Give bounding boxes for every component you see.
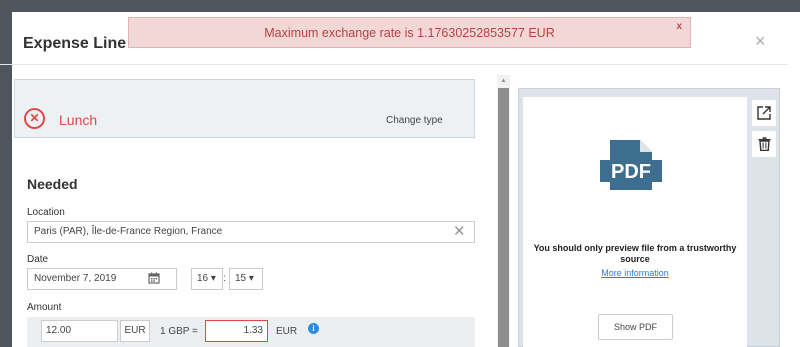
clear-location-icon[interactable]: ✕ [453,222,466,242]
calendar-icon[interactable] [148,272,160,287]
error-alert: Maximum exchange rate is 1.1763025285357… [128,17,691,48]
time-separator: : [223,273,226,284]
currency-select[interactable]: EUR [120,320,150,342]
expense-type-box [14,79,475,138]
alert-message: Maximum exchange rate is 1.1763025285357… [264,26,555,40]
change-type-link[interactable]: Change type [386,115,443,126]
amount-input[interactable]: 12.00 [41,320,118,342]
expense-type-label: Lunch [59,112,98,128]
show-pdf-button[interactable]: Show PDF [598,314,673,340]
section-title-needed: Needed [27,176,78,192]
exchange-rate-currency: EUR [276,326,298,337]
trash-icon[interactable] [752,131,776,157]
close-alert-button[interactable]: x [676,21,682,32]
hour-select[interactable]: 16 ▾ [191,268,223,290]
minute-select[interactable]: 15 ▾ [229,268,263,290]
date-label: Date [27,254,49,265]
pdf-label: PDF [611,161,651,183]
pdf-file-icon: PDF [600,140,662,190]
more-information-link[interactable]: More information [528,268,742,278]
open-external-icon[interactable] [752,100,776,126]
info-icon[interactable]: i [308,323,319,334]
location-label: Location [27,207,65,218]
restaurant-icon: ✕ [24,108,45,129]
exchange-rate-label: 1 GBP = [160,326,198,337]
preview-warning-text: You should only preview file from a trus… [533,243,737,264]
location-input[interactable]: Paris (PAR), Île-de-France Region, Franc… [27,221,475,243]
close-modal-button[interactable]: × [755,32,766,50]
amount-label: Amount [27,302,62,313]
exchange-rate-input[interactable]: 1.33 [205,320,268,342]
scrollbar-thumb[interactable] [498,88,509,347]
header-divider [0,64,788,65]
attachment-preview-area [523,97,747,347]
scroll-up-icon[interactable]: ▲ [497,75,510,87]
